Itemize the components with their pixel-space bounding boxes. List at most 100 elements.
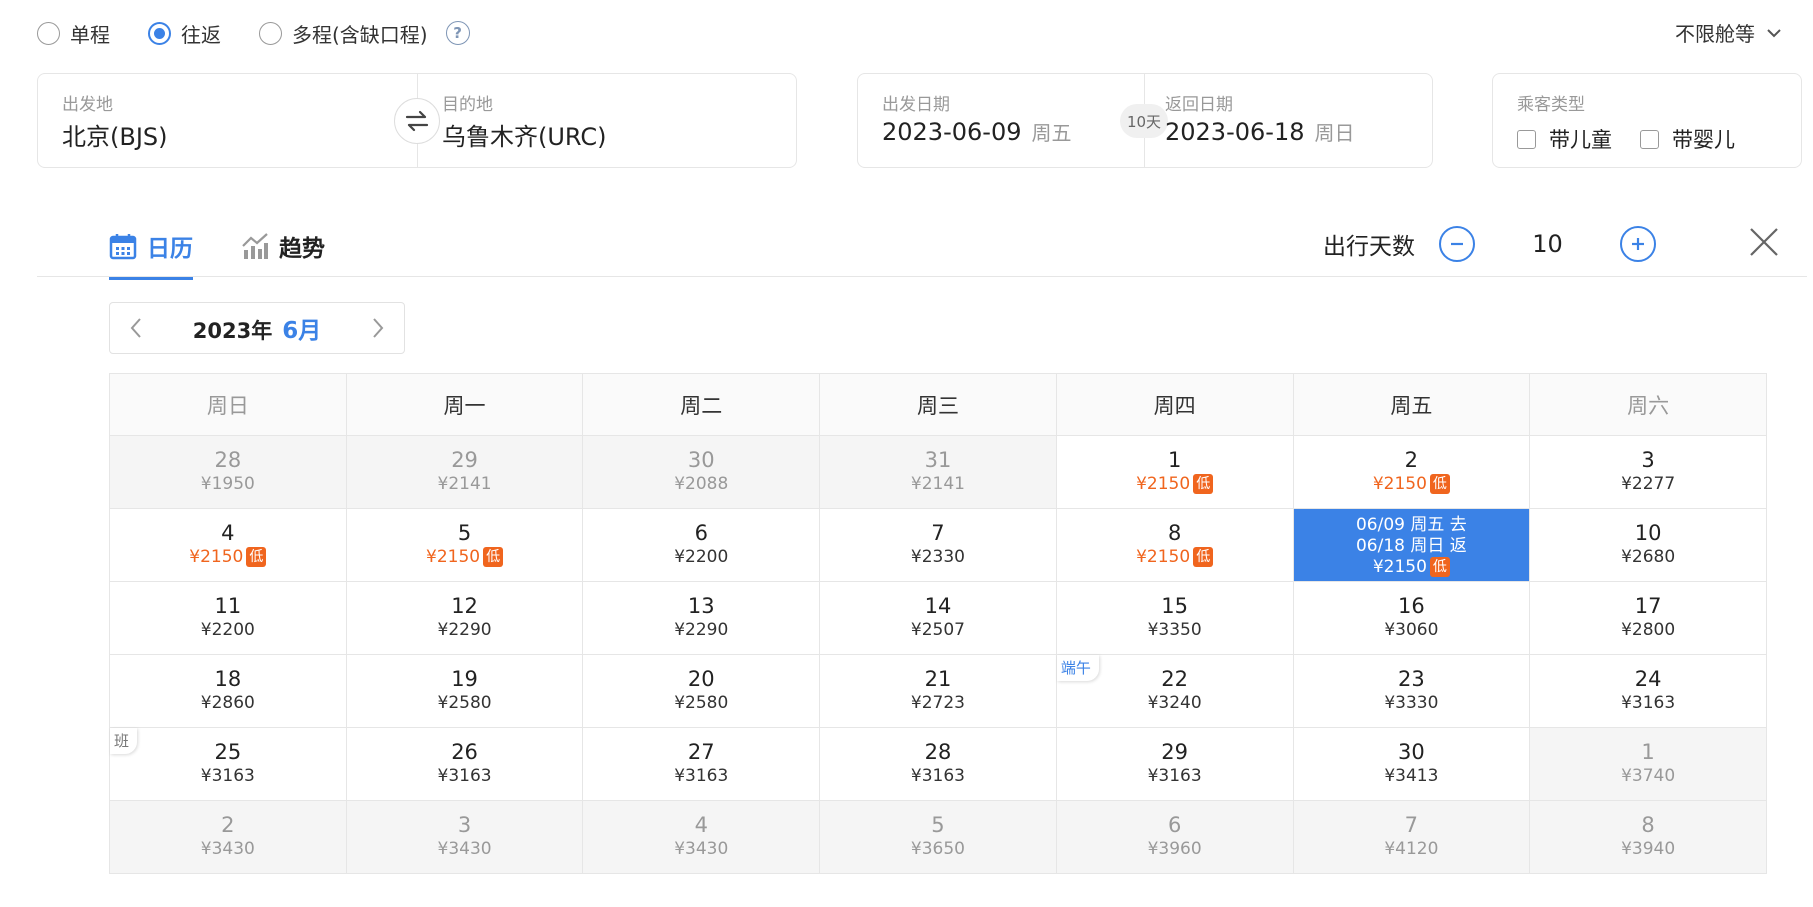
tab-label: 趋势 xyxy=(279,236,325,262)
calendar-day[interactable]: 17 ¥2800 xyxy=(1529,581,1767,655)
day-number: 3 xyxy=(457,813,472,837)
calendar-day[interactable]: 1 ¥3740 xyxy=(1529,727,1767,801)
cabin-class-select[interactable]: 不限舱等 xyxy=(1675,18,1783,47)
calendar-day[interactable]: 8 ¥3940 xyxy=(1529,800,1767,874)
day-price: ¥3163 xyxy=(1147,766,1202,786)
checkbox-icon[interactable] xyxy=(1640,129,1659,149)
calendar-day[interactable]: 31 ¥2141 xyxy=(819,435,1057,509)
chevron-left-icon[interactable] xyxy=(128,316,144,340)
radio-circle-icon[interactable] xyxy=(37,21,60,45)
day-price: ¥2150 xyxy=(189,547,244,567)
calendar-day[interactable]: 29 ¥2141 xyxy=(345,435,584,509)
day-price-line: ¥3413 xyxy=(1294,765,1530,787)
day-price-line: ¥3650 xyxy=(820,838,1056,860)
calendar-day[interactable]: 28 ¥1950 xyxy=(109,435,347,509)
calendar-day[interactable]: 7 ¥2330 xyxy=(819,508,1057,582)
return-date-field[interactable]: 返回日期 2023-06-18 周日 xyxy=(1145,74,1433,167)
day-price-line: ¥3940 xyxy=(1530,838,1766,860)
calendar-day[interactable]: 16 ¥3060 xyxy=(1292,581,1531,655)
trip-type-group: 单程 往返 多程(含缺口程) ? xyxy=(37,18,470,48)
radio-one-way[interactable]: 单程 xyxy=(37,19,110,48)
calendar-day[interactable]: 端午 22 ¥3240 xyxy=(1055,654,1294,728)
depart-value: 2023-06-09 xyxy=(882,118,1022,146)
cabin-class-label: 不限舱等 xyxy=(1675,22,1755,46)
radio-multi-city[interactable]: 多程(含缺口程) xyxy=(259,19,428,48)
calendar-day[interactable]: 23 ¥3330 xyxy=(1292,654,1531,728)
day-price: ¥2800 xyxy=(1621,620,1676,640)
date-box: 出发日期 2023-06-09 周五 10天 返回日期 2023-06-18 周日 xyxy=(857,73,1433,168)
calendar-day[interactable]: 13 ¥2290 xyxy=(582,581,821,655)
calendar-day[interactable]: 21 ¥2723 xyxy=(819,654,1057,728)
with-child-checkbox[interactable]: 带儿童 xyxy=(1517,124,1612,154)
calendar-day[interactable]: 5 ¥3650 xyxy=(819,800,1057,874)
day-price-line: ¥2150 低 xyxy=(1057,473,1293,495)
duration-label: 出行天数 xyxy=(1323,234,1415,260)
calendar-day[interactable]: 3 ¥3430 xyxy=(345,800,584,874)
calendar-day-selected[interactable]: 06/09 周五 去 06/18 周日 返 ¥2150 低 xyxy=(1292,508,1531,582)
day-price: ¥3430 xyxy=(437,839,492,859)
calendar-day[interactable]: 10 ¥2680 xyxy=(1529,508,1767,582)
calendar-day[interactable]: 3 ¥2277 xyxy=(1529,435,1767,509)
depart-date-field[interactable]: 出发日期 2023-06-09 周五 xyxy=(858,74,1144,167)
calendar-day[interactable]: 20 ¥2580 xyxy=(582,654,821,728)
calendar-day[interactable]: 2 ¥3430 xyxy=(109,800,347,874)
chevron-right-icon[interactable] xyxy=(370,316,386,340)
day-price-line: ¥2507 xyxy=(820,619,1056,641)
day-price-line: ¥2150 低 xyxy=(1294,473,1530,495)
with-infant-checkbox[interactable]: 带婴儿 xyxy=(1640,124,1735,154)
day-number: 11 xyxy=(214,594,242,618)
depart-label: 出发日期 xyxy=(882,95,950,115)
calendar-day[interactable]: 2 ¥2150 低 xyxy=(1292,435,1531,509)
day-number: 18 xyxy=(214,667,242,691)
weekday-header: 周日 xyxy=(109,373,347,436)
calendar-day[interactable]: 14 ¥2507 xyxy=(819,581,1057,655)
calendar-day[interactable]: 1 ¥2150 低 xyxy=(1055,435,1294,509)
calendar-day[interactable]: 7 ¥4120 xyxy=(1292,800,1531,874)
help-icon[interactable]: ? xyxy=(445,21,470,45)
calendar-day[interactable]: 30 ¥3413 xyxy=(1292,727,1531,801)
from-value: 北京(BJS) xyxy=(62,123,168,151)
calendar-day[interactable]: 15 ¥3350 xyxy=(1055,581,1294,655)
calendar-day[interactable]: 4 ¥2150 低 xyxy=(109,508,347,582)
day-price-line: ¥2680 xyxy=(1530,546,1766,568)
calendar-day[interactable]: 4 ¥3430 xyxy=(582,800,821,874)
calendar-day[interactable]: 18 ¥2860 xyxy=(109,654,347,728)
passenger-box: 乘客类型 带儿童 带婴儿 xyxy=(1492,73,1802,168)
calendar-week-row: 2 ¥3430 3 ¥3430 4 ¥3430 5 ¥3650 6 ¥3960 7 ¥4120 8 ¥39… xyxy=(109,800,1767,874)
calendar-day[interactable]: 24 ¥3163 xyxy=(1529,654,1767,728)
calendar-day[interactable]: 29 ¥3163 xyxy=(1055,727,1294,801)
calendar-day[interactable]: 26 ¥3163 xyxy=(345,727,584,801)
calendar-day[interactable]: 30 ¥2088 xyxy=(582,435,821,509)
day-price-line: ¥2723 xyxy=(820,692,1056,714)
day-number: 21 xyxy=(924,667,952,691)
checkbox-icon[interactable] xyxy=(1517,129,1536,149)
decrease-days-button[interactable] xyxy=(1439,226,1475,262)
radio-round-trip[interactable]: 往返 xyxy=(148,19,221,48)
day-price-line: ¥2580 xyxy=(583,692,819,714)
tab-trend[interactable]: 趋势 xyxy=(241,226,325,266)
day-price: ¥2723 xyxy=(910,693,965,713)
tab-calendar[interactable]: 日历 xyxy=(109,226,193,280)
calendar-day[interactable]: 11 ¥2200 xyxy=(109,581,347,655)
increase-days-button[interactable] xyxy=(1620,226,1656,262)
calendar-week-row: 11 ¥2200 12 ¥2290 13 ¥2290 14 ¥2507 15 ¥3350 16 ¥30… xyxy=(109,581,1767,655)
calendar-day[interactable]: 27 ¥3163 xyxy=(582,727,821,801)
calendar-day[interactable]: 12 ¥2290 xyxy=(345,581,584,655)
calendar-day[interactable]: 6 ¥2200 xyxy=(582,508,821,582)
calendar-day[interactable]: 28 ¥3163 xyxy=(819,727,1057,801)
calendar-day[interactable]: 19 ¥2580 xyxy=(345,654,584,728)
calendar-day[interactable]: 8 ¥2150 低 xyxy=(1055,508,1294,582)
day-price-line: ¥4120 xyxy=(1294,838,1530,860)
day-number: 23 xyxy=(1398,667,1425,691)
calendar-day[interactable]: 5 ¥2150 低 xyxy=(345,508,584,582)
calendar-day[interactable]: 6 ¥3960 xyxy=(1055,800,1294,874)
radio-circle-icon[interactable] xyxy=(259,21,282,45)
day-number: 20 xyxy=(687,667,715,691)
radio-circle-icon[interactable] xyxy=(148,21,171,45)
from-field[interactable]: 出发地 北京(BJS) xyxy=(38,74,418,167)
day-price-line: ¥2088 xyxy=(583,473,819,495)
close-icon[interactable] xyxy=(1747,225,1781,259)
to-field[interactable]: 目的地 乌鲁木齐(URC) xyxy=(418,74,796,167)
calendar-day[interactable]: 班 25 ¥3163 xyxy=(109,727,347,801)
view-tabs: 日历 趋势 xyxy=(109,226,373,280)
